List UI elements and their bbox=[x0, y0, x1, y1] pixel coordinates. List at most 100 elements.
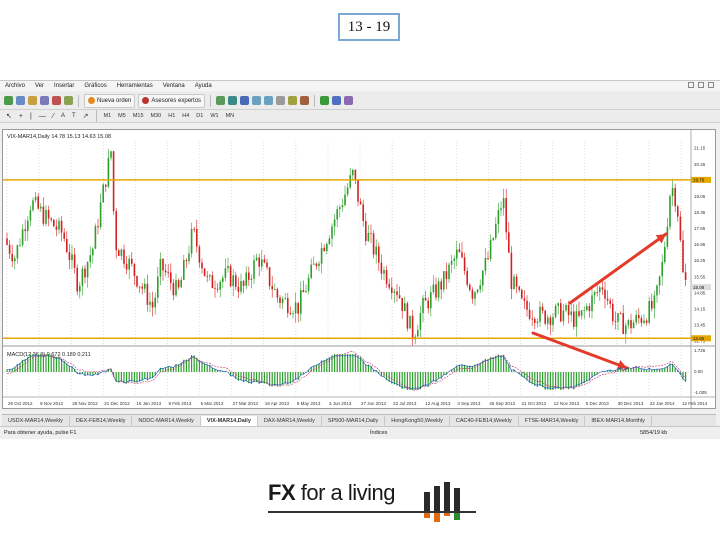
periods-icon[interactable] bbox=[332, 96, 342, 105]
logo-bar bbox=[424, 492, 430, 512]
navigator-icon[interactable] bbox=[52, 96, 61, 105]
candle-body bbox=[89, 255, 91, 263]
candle-body bbox=[383, 270, 385, 274]
candle-body bbox=[240, 281, 242, 292]
macd-histogram-bar bbox=[393, 372, 395, 385]
candle-body bbox=[411, 315, 414, 340]
menu-ayuda[interactable]: Ayuda bbox=[190, 83, 217, 89]
horizontal-line-icon[interactable]: — bbox=[37, 113, 48, 120]
crosshair-icon[interactable]: + bbox=[17, 113, 25, 120]
timeframe-m30[interactable]: M30 bbox=[149, 113, 164, 119]
macd-histogram-bar bbox=[568, 372, 570, 390]
menu-graficos[interactable]: Gráficos bbox=[79, 83, 111, 89]
maximize-icon[interactable] bbox=[698, 82, 704, 88]
candle-body bbox=[378, 246, 380, 263]
toolbar-separator bbox=[95, 110, 97, 122]
new-order-button[interactable]: Nueva orden bbox=[84, 93, 136, 108]
minimize-icon[interactable] bbox=[688, 82, 694, 88]
arrows-tool-icon[interactable]: ↗ bbox=[81, 112, 91, 120]
candle-body bbox=[638, 315, 640, 319]
macd-histogram-bar bbox=[282, 372, 284, 385]
candle-body bbox=[596, 291, 598, 293]
cursor-icon[interactable]: ↖ bbox=[4, 112, 14, 120]
arrow-up bbox=[568, 232, 668, 305]
tile-windows-icon[interactable] bbox=[276, 96, 286, 105]
chart-tab[interactable]: IBEX-MAR14,Monthly bbox=[585, 415, 652, 426]
candle-body bbox=[162, 258, 164, 271]
text-tool-icon[interactable]: A bbox=[59, 113, 67, 119]
menu-ver[interactable]: Ver bbox=[30, 83, 49, 89]
chart-tab[interactable]: VIX-MAR14,Daily bbox=[200, 415, 258, 426]
chart-tab[interactable]: DEX-FEB14,Weekly bbox=[70, 415, 133, 426]
timeframe-m5[interactable]: M5 bbox=[116, 113, 128, 119]
label-tool-icon[interactable]: T bbox=[70, 113, 78, 119]
expert-advisors-button[interactable]: Asesores expertos bbox=[138, 93, 206, 108]
macd-histogram-bar bbox=[128, 372, 130, 382]
candle-body bbox=[214, 288, 216, 289]
chart-tab[interactable]: NDDC-MAR14,Weekly bbox=[132, 415, 201, 426]
trendline-icon[interactable]: ⁄ bbox=[51, 113, 56, 120]
candle-body bbox=[547, 317, 549, 324]
candle-body bbox=[372, 233, 375, 255]
price-chart[interactable]: VIX-MAR14,Daily 14.78 15.13 14.63 15.08 … bbox=[3, 130, 715, 408]
new-chart-icon[interactable] bbox=[4, 96, 13, 105]
terminal-icon[interactable] bbox=[64, 96, 73, 105]
zoom-out-icon[interactable] bbox=[264, 96, 274, 105]
timeframe-m1[interactable]: M1 bbox=[102, 113, 114, 119]
candle-body bbox=[24, 229, 26, 231]
menu-archivo[interactable]: Archivo bbox=[0, 83, 30, 89]
chart-tab[interactable]: FTSE-MAR14,Weekly bbox=[519, 415, 586, 426]
candle-body bbox=[185, 260, 188, 262]
autoscroll-icon[interactable] bbox=[300, 96, 310, 105]
macd-histogram-bar bbox=[284, 372, 286, 384]
logo-bar bbox=[454, 512, 460, 520]
candlestick-icon[interactable] bbox=[228, 96, 238, 105]
menu-insertar[interactable]: Insertar bbox=[49, 83, 79, 89]
chart-shift-icon[interactable] bbox=[288, 96, 298, 105]
timeframe-mn[interactable]: MN bbox=[224, 113, 237, 119]
chart-tab[interactable]: CAC40-FEB14,Weekly bbox=[450, 415, 519, 426]
chart-tab[interactable]: HongKong50,Weekly bbox=[385, 415, 450, 426]
vertical-line-icon[interactable]: | bbox=[28, 113, 34, 120]
chart-tab[interactable]: USDX-MAR14,Weekly bbox=[2, 415, 70, 426]
date-tick-label: 8 Feb 2013 bbox=[168, 401, 191, 406]
candle-body bbox=[632, 322, 635, 329]
macd-histogram-bar bbox=[560, 372, 562, 390]
close-icon[interactable] bbox=[708, 82, 714, 88]
candle-body bbox=[19, 245, 21, 246]
candle-body bbox=[6, 238, 8, 245]
profiles-icon[interactable] bbox=[16, 96, 25, 105]
macd-histogram-bar bbox=[404, 372, 406, 389]
line-chart-icon[interactable] bbox=[240, 96, 250, 105]
menu-ventana[interactable]: Ventana bbox=[158, 83, 190, 89]
candle-body bbox=[645, 320, 648, 323]
logo-bar bbox=[454, 488, 460, 512]
timeframe-d1[interactable]: D1 bbox=[194, 113, 205, 119]
bar-chart-icon[interactable] bbox=[216, 96, 226, 105]
candle-body bbox=[203, 268, 206, 276]
chart-window[interactable]: VIX-MAR14,Daily 14.78 15.13 14.63 15.08 … bbox=[2, 129, 716, 409]
menu-herramientas[interactable]: Herramientas bbox=[112, 83, 158, 89]
timeframe-h1[interactable]: H1 bbox=[166, 113, 177, 119]
indicators-icon[interactable] bbox=[320, 96, 330, 105]
candle-body bbox=[320, 247, 323, 264]
templates-icon[interactable] bbox=[344, 96, 354, 105]
chart-tab[interactable]: DAX-MAR14,Weekly bbox=[258, 415, 322, 426]
candle-body bbox=[333, 219, 336, 227]
new-order-label: Nueva orden bbox=[97, 97, 132, 104]
macd-histogram-bar bbox=[45, 354, 47, 372]
candle-body bbox=[123, 249, 125, 264]
timeframe-h4[interactable]: H4 bbox=[180, 113, 191, 119]
candle-body bbox=[97, 226, 99, 228]
macd-histogram-bar bbox=[341, 354, 343, 372]
chart-tab[interactable]: SP500-MAR14,Daily bbox=[322, 415, 386, 426]
timeframe-w1[interactable]: W1 bbox=[208, 113, 220, 119]
market-watch-icon[interactable] bbox=[28, 96, 37, 105]
data-window-icon[interactable] bbox=[40, 96, 49, 105]
macd-histogram-bar bbox=[178, 364, 180, 372]
macd-histogram-bar bbox=[422, 372, 424, 387]
candle-body bbox=[284, 298, 286, 299]
zoom-in-icon[interactable] bbox=[252, 96, 262, 105]
timeframe-m15[interactable]: M15 bbox=[131, 113, 146, 119]
candle-body bbox=[458, 249, 461, 253]
